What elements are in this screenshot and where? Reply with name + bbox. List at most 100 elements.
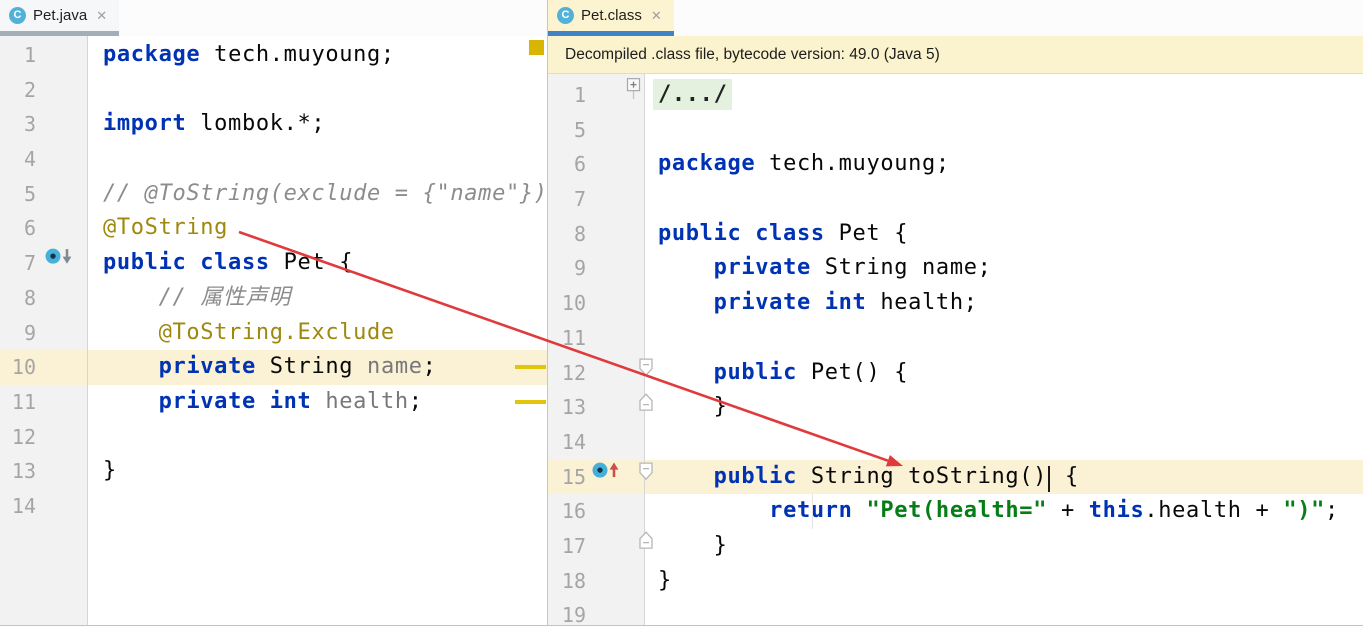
code-line[interactable]: 9 @ToString.Exclude	[0, 316, 547, 351]
code-text[interactable]: private String name;	[645, 251, 1363, 286]
fold-top-fold-icon[interactable]	[638, 460, 654, 495]
code-line[interactable]: 8public class Pet {	[548, 217, 1363, 252]
line-number[interactable]: 15	[554, 460, 586, 495]
code-text[interactable]: return "Pet(health=" + this.health + ")"…	[645, 494, 1363, 529]
line-number[interactable]: 4	[8, 142, 36, 177]
code-text[interactable]: // @ToString(exclude = {"name"})	[88, 177, 547, 212]
code-text[interactable]	[88, 489, 547, 524]
code-line[interactable]: 10 private int health;	[548, 286, 1363, 321]
gutter-cell[interactable]: 3	[0, 107, 88, 142]
line-number[interactable]: 13	[8, 454, 36, 489]
code-text[interactable]	[645, 113, 1363, 148]
gutter-cell[interactable]: 16	[548, 494, 645, 529]
code-line[interactable]: 11 private int health;	[0, 385, 547, 420]
line-number[interactable]: 13	[554, 390, 586, 425]
line-number[interactable]: 14	[8, 489, 36, 524]
tab-pet-java[interactable]: C Pet.java ✕	[0, 0, 119, 36]
pane-splitter[interactable]	[547, 0, 548, 625]
code-line[interactable]: 1package tech.muyoung;	[0, 38, 547, 73]
gutter-cell[interactable]: 15	[548, 460, 645, 495]
gutter-cell[interactable]: 4	[0, 142, 88, 177]
line-number[interactable]: 1	[8, 38, 36, 73]
code-text[interactable]	[88, 73, 547, 108]
warning-stripe-mark[interactable]	[515, 365, 546, 369]
code-line[interactable]: 10 private String name;	[0, 350, 547, 385]
gutter-cell[interactable]: 8	[0, 281, 88, 316]
plus-fold-icon[interactable]	[626, 77, 641, 113]
code-line[interactable]: 4	[0, 142, 547, 177]
code-line[interactable]: 17 }	[548, 529, 1363, 564]
line-number[interactable]: 12	[554, 356, 586, 391]
code-line[interactable]: 6@ToString	[0, 211, 547, 246]
line-number[interactable]: 10	[554, 286, 586, 321]
code-line[interactable]: 12	[0, 420, 547, 455]
gutter-cell[interactable]: 1	[548, 78, 645, 113]
fold-top-fold-icon[interactable]	[638, 355, 654, 390]
code-line[interactable]: 6package tech.muyoung;	[548, 147, 1363, 182]
gutter-cell[interactable]: 10	[0, 350, 88, 385]
code-text[interactable]: @ToString.Exclude	[88, 316, 547, 351]
code-text[interactable]	[88, 142, 547, 177]
code-line[interactable]: 9 private String name;	[548, 251, 1363, 286]
line-number[interactable]: 3	[8, 107, 36, 142]
line-number[interactable]: 1	[554, 78, 586, 113]
code-text[interactable]: }	[645, 564, 1363, 599]
code-text[interactable]: private int health;	[645, 286, 1363, 321]
code-editor-class[interactable]: 1 /.../ 56package tech.muyoung;78public cl…	[548, 74, 1363, 625]
code-line[interactable]: 8 // 属性声明	[0, 281, 547, 316]
gutter-cell[interactable]: 2	[0, 73, 88, 108]
fold-bottom-fold-icon[interactable]	[638, 529, 654, 564]
code-line[interactable]: 1 /.../	[548, 78, 1363, 113]
code-text[interactable]: private String name;	[88, 350, 547, 385]
code-text[interactable]: // 属性声明	[88, 281, 547, 316]
close-icon[interactable]: ✕	[94, 8, 107, 24]
code-text[interactable]: }	[88, 454, 547, 489]
gutter-cell[interactable]: 8	[548, 217, 645, 252]
gutter-cell[interactable]: 19	[548, 598, 645, 625]
gutter-cell[interactable]: 17	[548, 529, 645, 564]
line-number[interactable]: 7	[8, 246, 36, 281]
code-line[interactable]: 5	[548, 113, 1363, 148]
gutter-cell[interactable]: 12	[0, 420, 88, 455]
code-text[interactable]: import lombok.*;	[88, 107, 547, 142]
line-number[interactable]: 8	[554, 217, 586, 252]
gutter-cell[interactable]: 6	[0, 211, 88, 246]
code-text[interactable]: @ToString	[88, 211, 547, 246]
gutter-cell[interactable]: 7	[0, 246, 88, 281]
code-line[interactable]: 13}	[0, 454, 547, 489]
line-number[interactable]: 5	[8, 177, 36, 212]
code-text[interactable]: public class Pet {	[88, 246, 547, 281]
code-text[interactable]: private int health;	[88, 385, 547, 420]
code-text[interactable]: /.../	[645, 78, 1363, 113]
warning-stripe-mark[interactable]	[515, 400, 546, 404]
gutter-cell[interactable]: 5	[548, 113, 645, 148]
code-text[interactable]	[88, 420, 547, 455]
inspection-indicator[interactable]	[529, 40, 544, 55]
line-number[interactable]: 16	[554, 494, 586, 529]
gutter-cell[interactable]: 9	[0, 316, 88, 351]
code-text[interactable]	[645, 182, 1363, 217]
gutter-cell[interactable]: 11	[0, 385, 88, 420]
line-number[interactable]: 9	[554, 251, 586, 286]
gutter-cell[interactable]: 9	[548, 251, 645, 286]
code-line[interactable]: 16 return "Pet(health=" + this.health + …	[548, 494, 1363, 529]
gutter-cell[interactable]: 14	[0, 489, 88, 524]
line-number[interactable]: 2	[8, 73, 36, 108]
gutter-cell[interactable]: 7	[548, 182, 645, 217]
code-text[interactable]	[645, 425, 1363, 460]
line-number[interactable]: 17	[554, 529, 586, 564]
line-number[interactable]: 9	[8, 316, 36, 351]
code-line[interactable]: 14	[0, 489, 547, 524]
line-number[interactable]: 5	[554, 113, 586, 148]
line-number[interactable]: 18	[554, 564, 586, 599]
code-line[interactable]: 14	[548, 425, 1363, 460]
code-line[interactable]: 12 public Pet() {	[548, 356, 1363, 391]
code-line[interactable]: 15 public String toString() {	[548, 460, 1363, 495]
code-line[interactable]: 3 import lombok.*;	[0, 107, 547, 142]
overriding-up-icon[interactable]	[590, 459, 624, 495]
gutter-cell[interactable]: 10	[548, 286, 645, 321]
code-editor-java[interactable]: 1package tech.muyoung;23 import lombok.*;…	[0, 36, 547, 625]
code-line[interactable]: 13 }	[548, 390, 1363, 425]
line-number[interactable]: 10	[8, 350, 36, 385]
code-line[interactable]: 7 public class Pet {	[0, 246, 547, 281]
